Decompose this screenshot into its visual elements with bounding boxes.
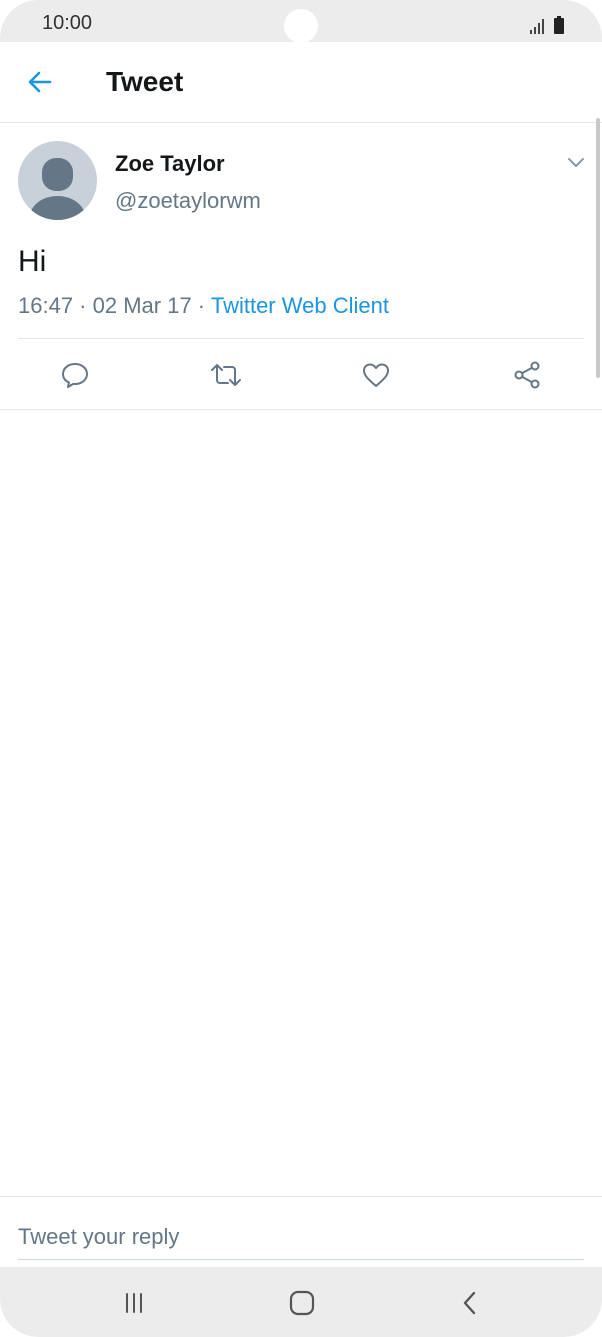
tweet-options-button[interactable] [564,151,588,175]
meta-separator: · [73,293,93,318]
divider [18,338,584,339]
user-handle[interactable]: @zoetaylorwm [115,188,261,214]
recent-apps-icon [126,1293,142,1313]
chevron-down-icon [568,158,584,167]
user-name[interactable]: Zoe Taylor [115,151,225,177]
tweet-actions [0,355,602,395]
arrow-left-icon [28,71,52,93]
meta-separator: · [191,293,211,318]
recent-apps-button[interactable] [116,1285,152,1321]
avatar[interactable] [18,141,97,220]
home-icon [289,1290,315,1316]
scrollbar[interactable] [596,118,600,378]
signal-icon [530,18,544,34]
share-icon [514,361,540,389]
tweet-source-link[interactable]: Twitter Web Client [211,293,389,318]
back-button[interactable] [22,64,58,100]
status-icons [530,14,564,34]
default-profile-icon [29,158,86,220]
home-button[interactable] [284,1285,320,1321]
tweet-text: Hi [18,245,47,278]
reply-input[interactable] [18,1215,584,1260]
share-button[interactable] [507,355,547,395]
back-nav-button[interactable] [452,1285,488,1321]
tweet-detail: Zoe Taylor @zoetaylorwm Hi 16:47 · 02 Ma… [0,123,602,410]
system-nav-bar [0,1267,602,1337]
battery-icon [554,16,564,34]
camera-cutout [284,9,318,43]
chevron-left-icon [463,1291,476,1315]
app-bar: Tweet [0,42,602,123]
tweet-date: 02 Mar 17 [92,293,192,318]
retweet-button[interactable] [206,355,246,395]
status-time: 10:00 [42,12,93,34]
reply-bar [0,1196,602,1267]
retweet-icon [211,364,241,386]
heart-icon [363,363,389,387]
tweet-meta: 16:47 · 02 Mar 17 · Twitter Web Client [18,293,389,319]
reply-button[interactable] [55,355,95,395]
phone-screen: 10:00 Tweet Zoe Taylor @zoetaylorwm Hi 1… [0,0,602,1337]
like-button[interactable] [356,355,396,395]
reply-icon [62,363,88,388]
page-title: Tweet [106,66,184,97]
status-bar: 10:00 [0,0,602,43]
tweet-time: 16:47 [18,293,74,318]
